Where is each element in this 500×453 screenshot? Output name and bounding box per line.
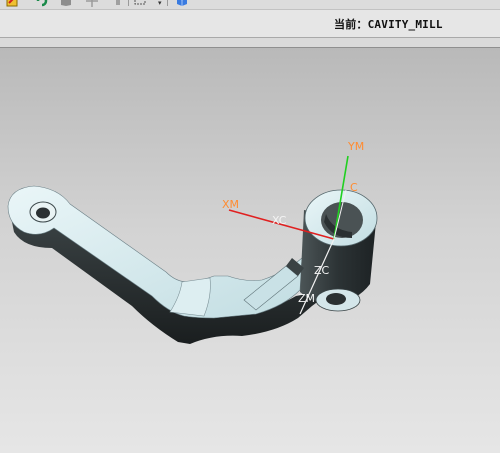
xm-axis-label: XM xyxy=(222,198,239,211)
toolbar: ▾ xyxy=(0,0,500,10)
part-lug-hole xyxy=(326,293,346,305)
toolbar-separator xyxy=(128,0,129,6)
tool-icon[interactable] xyxy=(6,0,18,7)
status-divider xyxy=(0,38,500,48)
dropdown-arrow-icon[interactable]: ▾ xyxy=(158,0,162,7)
zc-axis-label: ZC xyxy=(314,264,330,277)
toolbar-separator xyxy=(167,0,168,6)
xc-axis-label: XC xyxy=(272,214,287,227)
current-operation-label: 当前：CAVITY_MILL xyxy=(334,18,443,31)
cube-icon[interactable] xyxy=(176,0,188,7)
status-bar: 当前：CAVITY_MILL xyxy=(0,10,500,38)
yc-axis-label: C xyxy=(350,181,358,194)
refresh-icon[interactable] xyxy=(36,0,48,7)
graphics-viewport[interactable]: YM XM XC C ZC ZM xyxy=(0,48,500,453)
view-select-icon[interactable] xyxy=(134,0,146,7)
part-left-hole-inner xyxy=(36,207,50,219)
pin-icon[interactable] xyxy=(112,0,124,7)
cad-part-model[interactable]: YM XM XC C ZC ZM xyxy=(0,48,500,453)
box-icon[interactable] xyxy=(60,0,72,7)
zm-axis-label: ZM xyxy=(298,292,315,305)
ym-axis-label: YM xyxy=(347,140,364,153)
move-icon[interactable] xyxy=(86,0,98,7)
